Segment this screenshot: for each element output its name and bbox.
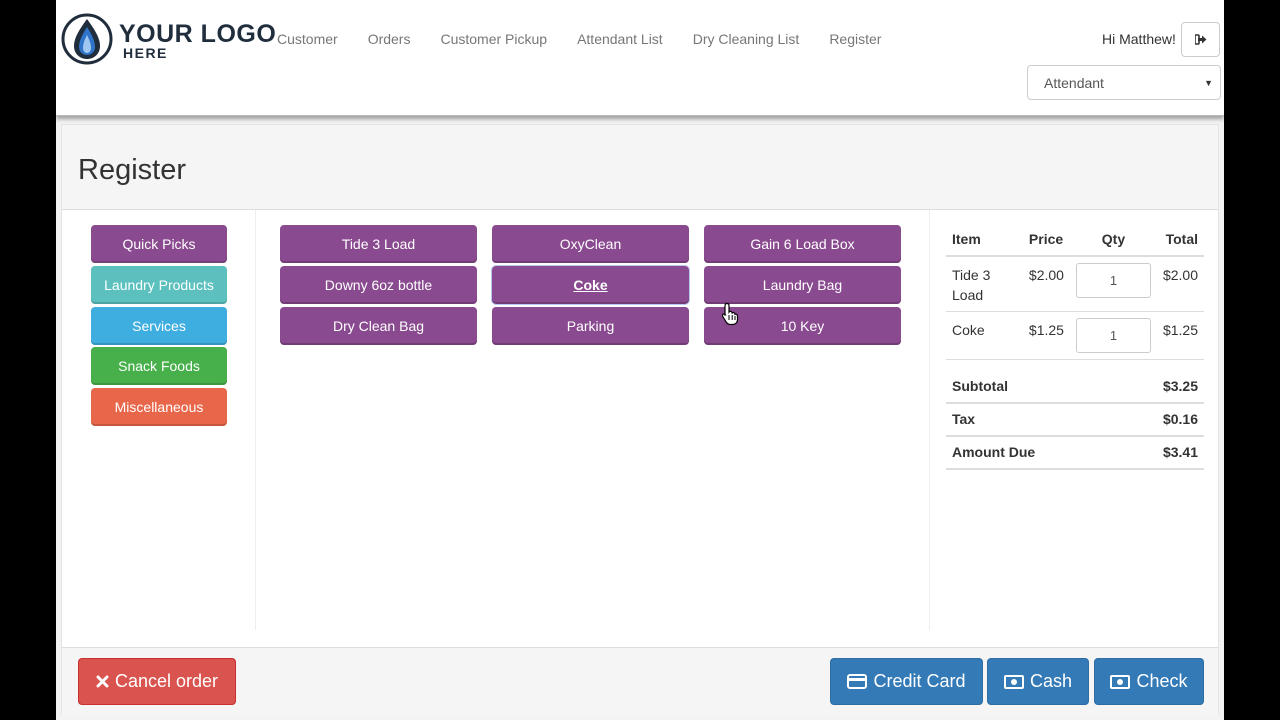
role-select[interactable]: Attendant ▼ bbox=[1027, 65, 1221, 100]
product-coke[interactable]: Coke bbox=[491, 265, 690, 305]
logo-text-sub: HERE bbox=[123, 45, 168, 61]
times-icon bbox=[96, 675, 109, 688]
subtotal-label: Subtotal bbox=[946, 371, 1119, 404]
category-services[interactable]: Services bbox=[91, 307, 227, 345]
order-item-price: $1.25 bbox=[1022, 311, 1070, 360]
sign-out-icon bbox=[1194, 34, 1206, 45]
product-oxyclean[interactable]: OxyClean bbox=[492, 225, 689, 263]
tax-label: Tax bbox=[946, 403, 1119, 437]
product-gain-6-load-box[interactable]: Gain 6 Load Box bbox=[704, 225, 901, 263]
tax-value: $0.16 bbox=[1118, 403, 1204, 437]
check-label: Check bbox=[1136, 671, 1188, 691]
credit-card-label: Credit Card bbox=[873, 671, 966, 691]
cash-label: Cash bbox=[1029, 671, 1073, 691]
category-column: Quick Picks Laundry Products Services Sn… bbox=[62, 210, 256, 630]
hand-pointer-cursor bbox=[721, 302, 739, 326]
col-total: Total bbox=[1156, 222, 1204, 257]
top-navbar: YOUR LOGO HERE Customer Orders Customer … bbox=[56, 0, 1224, 116]
nav-register[interactable]: Register bbox=[814, 31, 896, 47]
order-totals: Subtotal $3.25 Tax $0.16 Amount Due $3.4… bbox=[946, 371, 1204, 470]
role-select-value: Attendant bbox=[1044, 75, 1104, 91]
main-nav: Customer Orders Customer Pickup Attendan… bbox=[262, 31, 896, 47]
check-button[interactable]: Check bbox=[1094, 658, 1204, 705]
order-item-price: $2.00 bbox=[1022, 256, 1070, 312]
nav-attendant-list[interactable]: Attendant List bbox=[562, 31, 678, 47]
category-quick-picks[interactable]: Quick Picks bbox=[91, 225, 227, 263]
panel-footer: Cancel order Credit Card Cash Check bbox=[62, 647, 1218, 715]
col-qty: Qty bbox=[1069, 222, 1157, 257]
category-snack-foods[interactable]: Snack Foods bbox=[91, 347, 227, 385]
order-item-name: Coke bbox=[946, 311, 1023, 360]
cancel-order-button[interactable]: Cancel order bbox=[78, 658, 236, 705]
order-item-total: $2.00 bbox=[1156, 256, 1204, 312]
panel-body: Quick Picks Laundry Products Services Sn… bbox=[62, 210, 1218, 647]
user-greeting: Hi Matthew! bbox=[1102, 31, 1176, 47]
logout-button[interactable] bbox=[1181, 22, 1220, 57]
subtotal-row: Subtotal $3.25 bbox=[946, 371, 1204, 404]
product-dry-clean-bag[interactable]: Dry Clean Bag bbox=[280, 307, 477, 345]
money-icon bbox=[1110, 674, 1131, 689]
qty-input[interactable]: 1 bbox=[1075, 263, 1151, 298]
product-tide-3-load[interactable]: Tide 3 Load bbox=[280, 225, 477, 263]
subtotal-value: $3.25 bbox=[1118, 371, 1204, 404]
col-item: Item bbox=[946, 222, 1023, 257]
product-downy-6oz-bottle[interactable]: Downy 6oz bottle bbox=[280, 266, 477, 304]
money-icon bbox=[1003, 674, 1024, 689]
product-laundry-bag[interactable]: Laundry Bag bbox=[704, 266, 901, 304]
order-items-table: Item Price Qty Total Tide 3 Load $2.00 1… bbox=[946, 222, 1204, 360]
category-miscellaneous[interactable]: Miscellaneous bbox=[91, 388, 227, 426]
cash-button[interactable]: Cash bbox=[987, 658, 1089, 705]
tax-row: Tax $0.16 bbox=[946, 403, 1204, 437]
order-row: Coke $1.25 1 $1.25 bbox=[946, 311, 1204, 360]
amount-due-label: Amount Due bbox=[946, 436, 1119, 470]
amount-due-value: $3.41 bbox=[1118, 436, 1204, 470]
credit-card-button[interactable]: Credit Card bbox=[830, 658, 983, 705]
nav-orders[interactable]: Orders bbox=[353, 31, 426, 47]
order-item-name: Tide 3 Load bbox=[946, 256, 1023, 312]
nav-dry-cleaning-list[interactable]: Dry Cleaning List bbox=[678, 31, 815, 47]
panel-heading: Register bbox=[62, 125, 1218, 210]
app-window: YOUR LOGO HERE Customer Orders Customer … bbox=[56, 0, 1224, 720]
register-panel: Register Quick Picks Laundry Products Se… bbox=[61, 124, 1219, 715]
cancel-order-label: Cancel order bbox=[114, 671, 219, 691]
nav-customer[interactable]: Customer bbox=[262, 31, 353, 47]
nav-customer-pickup[interactable]: Customer Pickup bbox=[425, 31, 562, 47]
brand-logo[interactable]: YOUR LOGO HERE bbox=[61, 13, 276, 67]
order-summary: Item Price Qty Total Tide 3 Load $2.00 1… bbox=[930, 210, 1218, 630]
category-laundry-products[interactable]: Laundry Products bbox=[91, 266, 227, 304]
page-title: Register bbox=[78, 154, 186, 186]
order-row: Tide 3 Load $2.00 1 $2.00 bbox=[946, 256, 1204, 312]
product-parking[interactable]: Parking bbox=[492, 307, 689, 345]
product-grid: Tide 3 Load OxyClean Gain 6 Load Box Dow… bbox=[256, 210, 930, 630]
amount-due-row: Amount Due $3.41 bbox=[946, 436, 1204, 470]
caret-down-icon: ▼ bbox=[1204, 78, 1213, 88]
col-price: Price bbox=[1022, 222, 1070, 257]
order-header-row: Item Price Qty Total bbox=[946, 222, 1204, 257]
credit-card-icon bbox=[847, 674, 868, 689]
qty-input[interactable]: 1 bbox=[1075, 318, 1151, 353]
logo-icon bbox=[61, 13, 113, 65]
order-item-total: $1.25 bbox=[1156, 311, 1204, 360]
